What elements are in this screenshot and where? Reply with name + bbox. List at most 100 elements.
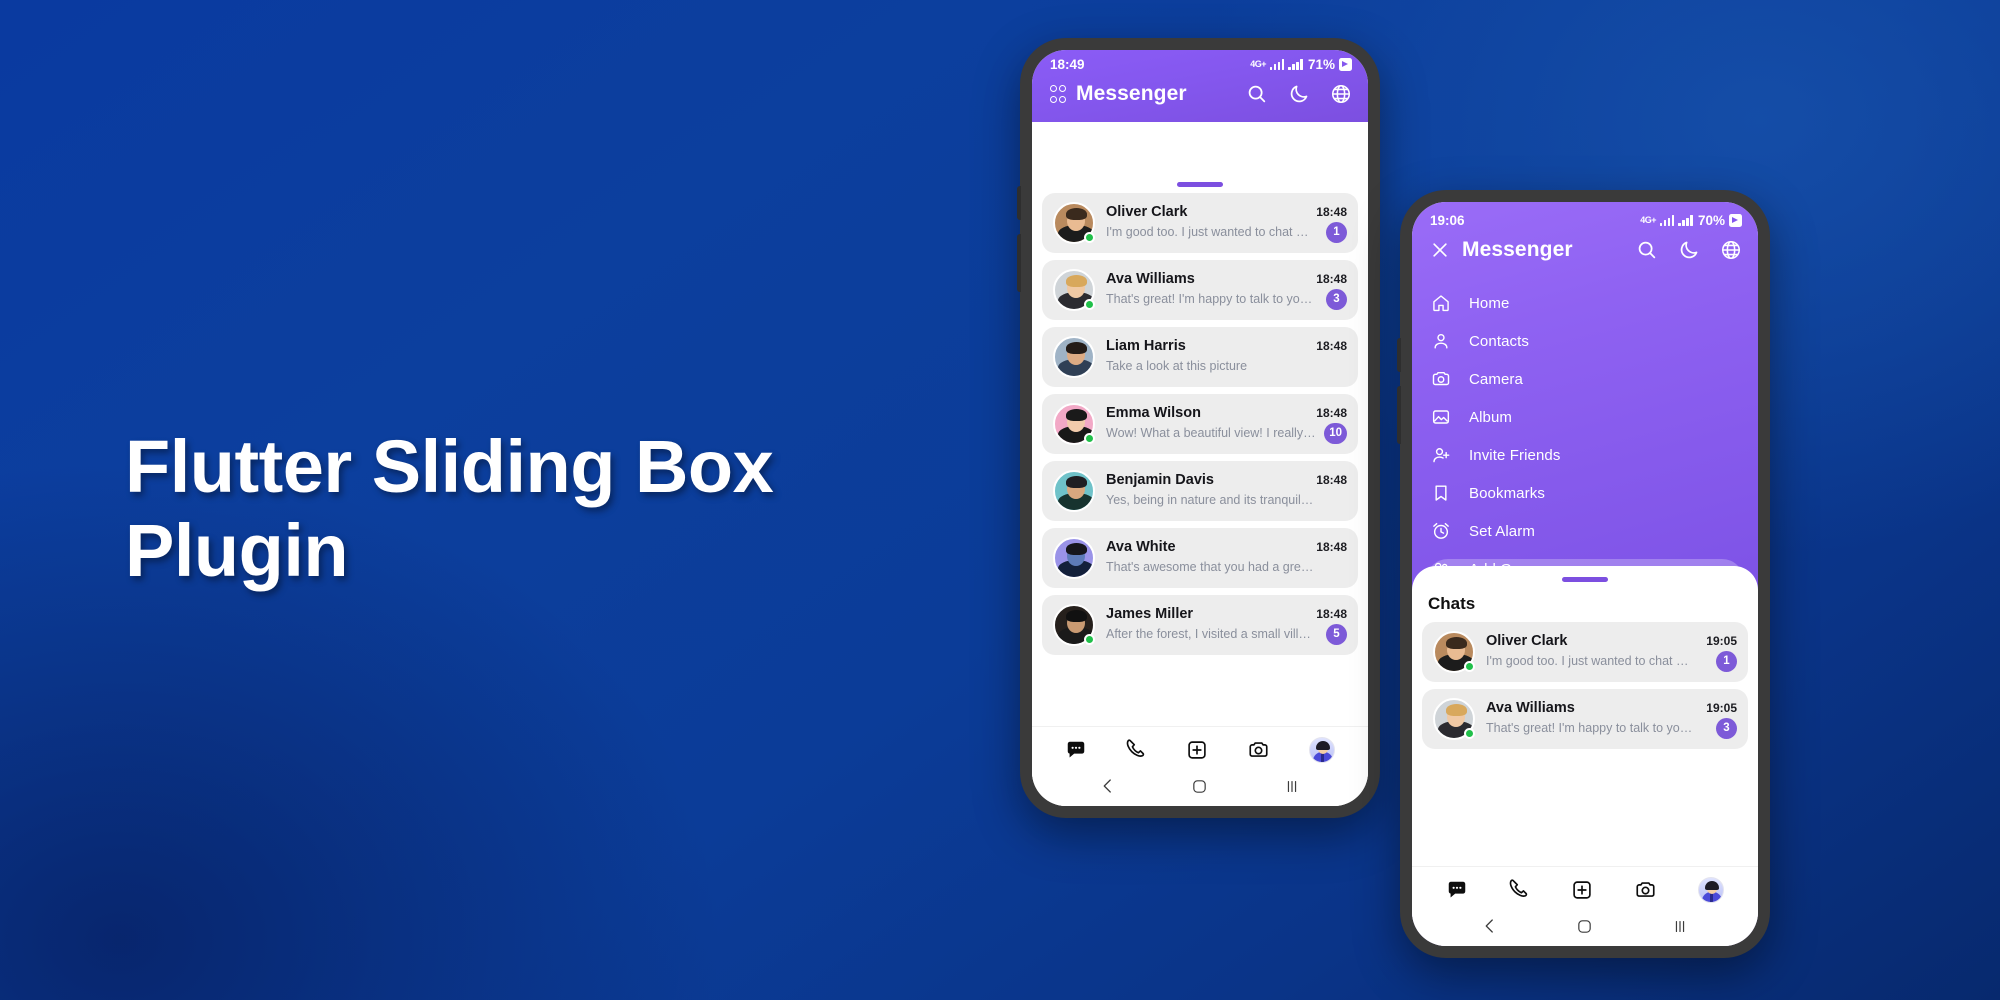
drawer-item-label: Camera	[1469, 370, 1523, 388]
avatar-hair	[1065, 342, 1087, 354]
phone-two-screen: 19:06 4G+ 70% Messenger Home Contacts Ca…	[1412, 202, 1758, 946]
globe-icon[interactable]	[1720, 239, 1742, 261]
android-recents-icon[interactable]	[1283, 778, 1301, 795]
profile-avatar[interactable]	[1308, 737, 1335, 763]
globe-icon[interactable]	[1330, 83, 1352, 105]
chat-contact-name: Oliver Clark	[1486, 632, 1568, 649]
chat-list-item[interactable]: Ava Williams 19:05 That's great! I'm happy…	[1422, 689, 1748, 749]
alarm-icon	[1430, 521, 1452, 541]
search-icon[interactable]	[1636, 239, 1658, 261]
avatar	[1053, 269, 1095, 311]
drawer-item-label: Album	[1469, 408, 1513, 426]
page-title: Flutter Sliding Box Plugin	[125, 425, 945, 594]
chat-timestamp: 19:05	[1706, 633, 1737, 648]
phone-two-chat-list[interactable]: Oliver Clark 19:05 I'm good too. I just wa…	[1412, 622, 1758, 866]
moon-icon[interactable]	[1288, 83, 1310, 105]
online-status-dot	[1084, 634, 1095, 645]
avatar-tie	[1710, 893, 1714, 902]
android-home-icon[interactable]	[1191, 778, 1208, 795]
drawer-item-invite-friends[interactable]: Invite Friends	[1412, 436, 1758, 474]
phone-two-sliding-box[interactable]: Chats Oliver Clark 19:05 I'm good too. I j…	[1412, 566, 1758, 946]
chat-list-item[interactable]: Ava White 18:48 That's awesome that you ha…	[1042, 528, 1358, 588]
android-back-icon[interactable]	[1481, 917, 1499, 935]
online-status-dot	[1084, 299, 1095, 310]
android-back-icon[interactable]	[1099, 777, 1117, 795]
phone-one-sliding-box[interactable]: Oliver Clark 18:48 I'm good too. I just wa…	[1032, 171, 1368, 806]
moon-icon[interactable]	[1678, 239, 1700, 261]
chat-message-preview: I'm good too. I just wanted to chat …	[1106, 225, 1309, 239]
avatar-hair	[1065, 610, 1087, 622]
close-icon[interactable]	[1430, 240, 1450, 260]
chat-list-item[interactable]: Oliver Clark 18:48 I'm good too. I just wa…	[1042, 193, 1358, 253]
chat-message-preview: Take a look at this picture	[1106, 359, 1248, 373]
signal-bars-icon-1	[1269, 59, 1285, 70]
signal-bars-icon-1	[1659, 215, 1675, 226]
chat-bubble-icon[interactable]	[1446, 879, 1468, 901]
chat-contact-name: Benjamin Davis	[1106, 471, 1214, 488]
drawer-item-album[interactable]: Album	[1412, 398, 1758, 436]
signal-bars-icon-2	[1288, 59, 1303, 70]
chat-list-item[interactable]: Oliver Clark 19:05 I'm good too. I just wa…	[1422, 622, 1748, 682]
appbar-actions	[1246, 83, 1352, 105]
chat-list-item[interactable]: Emma Wilson 18:48 Wow! What a beautiful vi…	[1042, 394, 1358, 454]
drawer-item-set-alarm[interactable]: Set Alarm	[1412, 512, 1758, 550]
search-icon[interactable]	[1246, 83, 1268, 105]
phone-one-chat-list[interactable]: Oliver Clark 18:48 I'm good too. I just wa…	[1032, 193, 1368, 726]
phone-one-system-nav[interactable]	[1032, 769, 1368, 806]
page-title-line1: Flutter Sliding Box	[125, 425, 774, 508]
drawer-item-home[interactable]: Home	[1412, 284, 1758, 322]
chat-list-item[interactable]: James Miller 18:48 After the forest, I vis…	[1042, 595, 1358, 655]
signal-bars-icon-2	[1678, 215, 1693, 226]
avatar-image	[1053, 336, 1095, 378]
chat-contact-name: Ava Williams	[1106, 270, 1195, 287]
chat-timestamp: 18:48	[1316, 472, 1347, 487]
camera-icon[interactable]	[1247, 739, 1270, 761]
camera-icon[interactable]	[1634, 879, 1657, 901]
drawer-item-bookmarks[interactable]: Bookmarks	[1412, 474, 1758, 512]
phone-icon[interactable]	[1126, 739, 1148, 761]
android-home-icon[interactable]	[1576, 918, 1593, 935]
chat-list-item[interactable]: Benjamin Davis 18:48 Yes, being in nature …	[1042, 461, 1358, 521]
chat-timestamp: 18:48	[1316, 204, 1347, 219]
sheet-grabber-handle[interactable]	[1177, 182, 1223, 187]
drawer-item-label: Bookmarks	[1469, 484, 1545, 502]
chat-item-header: Oliver Clark 18:48	[1106, 204, 1347, 220]
chat-list-item[interactable]: Liam Harris 18:48 Take a look at this pict…	[1042, 327, 1358, 387]
chat-item-header: Ava Williams 18:48	[1106, 271, 1347, 287]
hero-text-block: Flutter Sliding Box Plugin	[125, 425, 945, 594]
avatar	[1433, 631, 1475, 673]
avatar-hair	[1704, 881, 1719, 890]
profile-avatar[interactable]	[1697, 877, 1724, 903]
online-status-dot	[1464, 661, 1475, 672]
chat-list-item[interactable]: Ava Williams 18:48 That's great! I'm happy…	[1042, 260, 1358, 320]
chat-item-content: Oliver Clark 18:48 I'm good too. I just wa…	[1106, 204, 1347, 243]
phone-two-system-nav[interactable]	[1412, 909, 1758, 946]
phone-two-bottom-nav[interactable]	[1412, 866, 1758, 909]
appbar-actions	[1636, 239, 1742, 261]
chat-item-content: Benjamin Davis 18:48 Yes, being in nature …	[1106, 472, 1347, 511]
avatar-hair	[1065, 208, 1087, 220]
chat-item-header: Ava White 18:48	[1106, 539, 1347, 555]
phone-two-status-bar: 19:06 4G+ 70%	[1412, 206, 1758, 230]
plus-square-icon[interactable]	[1571, 879, 1593, 901]
plus-square-icon[interactable]	[1186, 739, 1208, 761]
drawer-item-label: Set Alarm	[1469, 522, 1535, 540]
chat-contact-name: Ava Williams	[1486, 699, 1575, 716]
online-status-dot	[1084, 433, 1095, 444]
phone-one-bottom-nav[interactable]	[1032, 726, 1368, 769]
phone-icon[interactable]	[1509, 879, 1531, 901]
android-recents-icon[interactable]	[1671, 918, 1689, 935]
phone-one-appbar-container: 18:49 4G+ 71% Messenger	[1032, 50, 1368, 122]
appbar-title: Messenger	[1462, 238, 1573, 261]
grid-dots-icon[interactable]	[1050, 85, 1066, 103]
chat-bubble-icon[interactable]	[1065, 739, 1087, 761]
avatar	[1053, 537, 1095, 579]
chat-item-preview-row: Yes, being in nature and its tranquil…0	[1106, 490, 1347, 511]
drawer-item-contacts[interactable]: Contacts	[1412, 322, 1758, 360]
drawer-item-camera[interactable]: Camera	[1412, 360, 1758, 398]
avatar-hair	[1315, 741, 1330, 750]
status-bar-indicators: 4G+ 71%	[1250, 57, 1352, 72]
chat-item-preview-row: Wow! What a beautiful view! I really… 10	[1106, 422, 1347, 444]
sheet-grabber-handle[interactable]	[1562, 577, 1608, 582]
avatar-image	[1053, 470, 1095, 512]
